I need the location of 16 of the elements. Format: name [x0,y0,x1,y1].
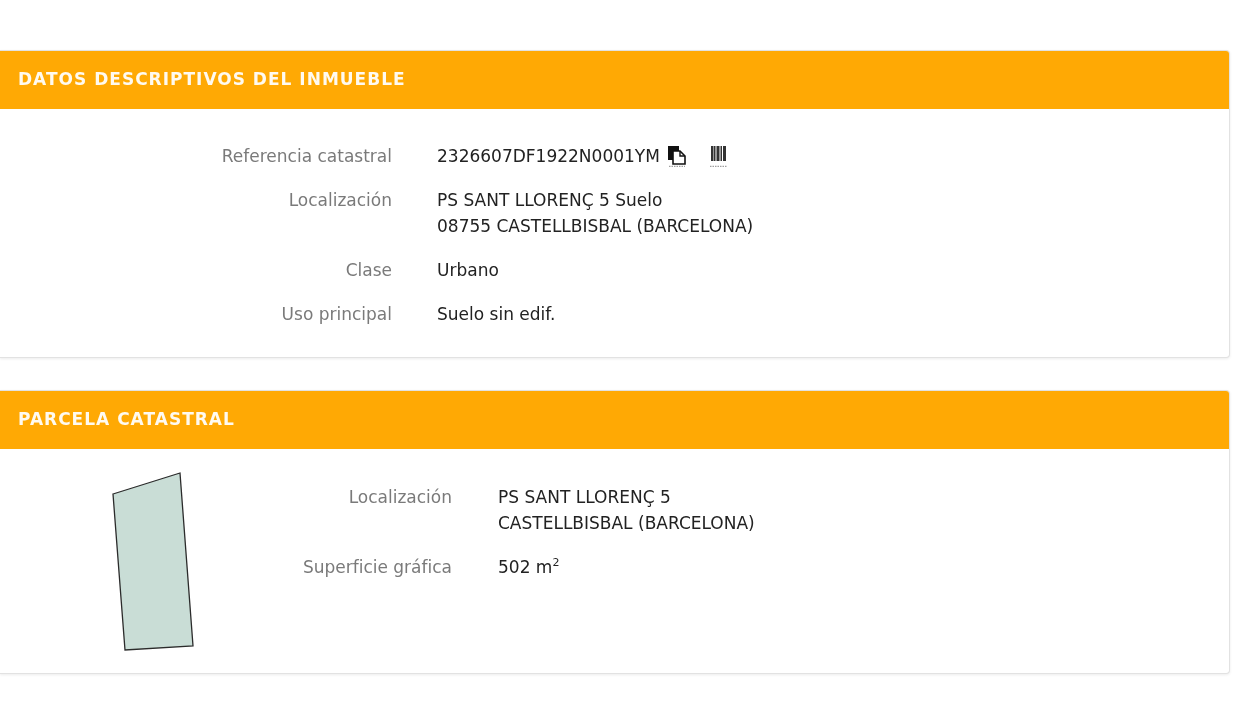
field-label: Localización [348,486,452,509]
field-value: PS SANT LLORENÇ 5 CASTELLBISBAL (BARCELONA) [498,486,755,535]
field-value: PS SANT LLORENÇ 5 Suelo 08755 CASTELLBISBAL (BARCELONA) [437,189,755,238]
section-title: DATOS DESCRIPTIVOS DEL INMUEBLE [18,68,406,92]
field-label: Superficie gráfica [302,556,452,579]
copy-icon[interactable] [666,145,687,167]
barcode-icon[interactable] [708,145,729,167]
field-value: 2326607DF1922N0001YM [437,145,660,168]
field-label: Uso principal [281,303,392,326]
field-value: Urbano [437,259,500,282]
field-label: Referencia catastral [221,145,392,168]
section-title: PARCELA CATASTRAL [18,408,235,432]
field-label: Localización [288,189,392,212]
field-value: Suelo sin edif. [437,303,557,326]
field-label: Clase [345,259,392,282]
field-value: 502 m$^{2}$ [498,555,561,579]
